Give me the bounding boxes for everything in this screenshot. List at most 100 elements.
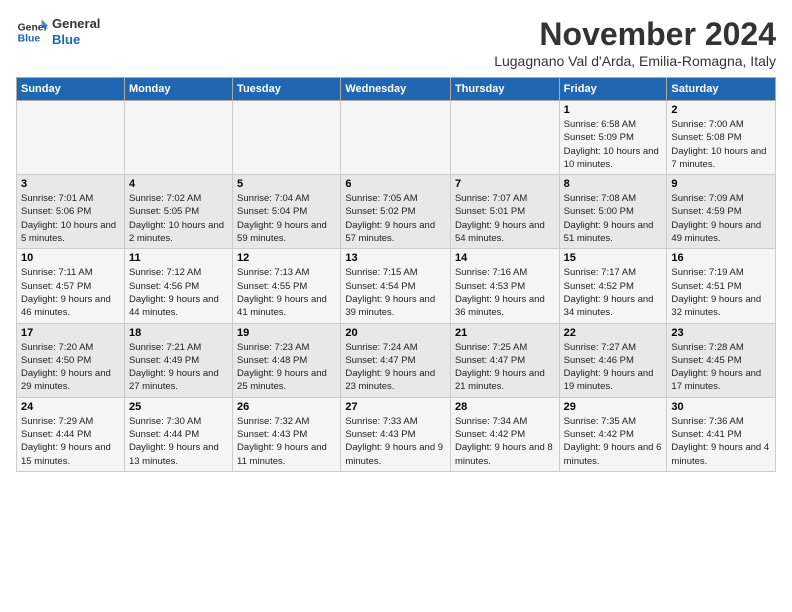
calendar-cell: 6 Sunrise: 7:05 AM Sunset: 5:02 PM Daylig… [341, 175, 451, 249]
day-number: 28 [455, 401, 555, 413]
day-info: Sunrise: 7:23 AM Sunset: 4:48 PM Dayligh… [237, 341, 336, 394]
day-info: Sunrise: 6:58 AM Sunset: 5:09 PM Dayligh… [564, 118, 663, 171]
day-number: 16 [671, 252, 771, 264]
calendar-week-5: 24Sunrise: 7:29 AM Sunset: 4:44 PM Dayli… [17, 397, 776, 471]
day-number: 2 [671, 104, 771, 116]
day-info: Sunrise: 7:19 AM Sunset: 4:51 PM Dayligh… [671, 266, 771, 319]
day-info: Sunrise: 7:24 AM Sunset: 4:47 PM Dayligh… [345, 341, 446, 394]
calendar-cell: 13 Sunrise: 7:15 AM Sunset: 4:54 PM Dayli… [341, 249, 451, 323]
location-subtitle: Lugagnano Val d'Arda, Emilia-Romagna, It… [494, 53, 776, 69]
day-info: Sunrise: 7:21 AM Sunset: 4:49 PM Dayligh… [129, 341, 228, 394]
calendar-cell: 3 Sunrise: 7:01 AM Sunset: 5:06 PM Daylig… [17, 175, 125, 249]
day-number: 12 [237, 252, 336, 264]
calendar-cell: 10Sunrise: 7:11 AM Sunset: 4:57 PM Dayli… [17, 249, 125, 323]
day-number: 7 [455, 178, 555, 190]
calendar-cell: 23 Sunrise: 7:28 AM Sunset: 4:45 PM Dayli… [667, 323, 776, 397]
calendar-cell: 5 Sunrise: 7:04 AM Sunset: 5:04 PM Daylig… [233, 175, 341, 249]
day-number: 23 [671, 327, 771, 339]
calendar-cell: 14 Sunrise: 7:16 AM Sunset: 4:53 PM Dayli… [450, 249, 559, 323]
calendar-cell: 20 Sunrise: 7:24 AM Sunset: 4:47 PM Dayli… [341, 323, 451, 397]
day-info: Sunrise: 7:11 AM Sunset: 4:57 PM Dayligh… [21, 266, 120, 319]
calendar-cell: 19Sunrise: 7:23 AM Sunset: 4:48 PM Dayli… [233, 323, 341, 397]
day-info: Sunrise: 7:25 AM Sunset: 4:47 PM Dayligh… [455, 341, 555, 394]
page-header: General Blue General Blue November 2024 … [16, 16, 776, 69]
logo: General Blue General Blue [16, 16, 100, 48]
calendar-cell: 18 Sunrise: 7:21 AM Sunset: 4:49 PM Dayli… [124, 323, 232, 397]
calendar-cell: 15Sunrise: 7:17 AM Sunset: 4:52 PM Dayli… [559, 249, 667, 323]
calendar-table: SundayMondayTuesdayWednesdayThursdayFrid… [16, 77, 776, 472]
month-title: November 2024 [494, 16, 776, 53]
calendar-cell: 1 Sunrise: 6:58 AM Sunset: 5:09 PM Daylig… [559, 101, 667, 175]
day-number: 21 [455, 327, 555, 339]
day-number: 25 [129, 401, 228, 413]
calendar-header-row: SundayMondayTuesdayWednesdayThursdayFrid… [17, 78, 776, 101]
day-number: 26 [237, 401, 336, 413]
calendar-cell [17, 101, 125, 175]
day-number: 4 [129, 178, 228, 190]
day-number: 3 [21, 178, 120, 190]
day-info: Sunrise: 7:12 AM Sunset: 4:56 PM Dayligh… [129, 266, 228, 319]
logo-blue: Blue [52, 32, 100, 48]
day-info: Sunrise: 7:34 AM Sunset: 4:42 PM Dayligh… [455, 415, 555, 468]
calendar-cell: 16 Sunrise: 7:19 AM Sunset: 4:51 PM Dayli… [667, 249, 776, 323]
calendar-week-2: 3 Sunrise: 7:01 AM Sunset: 5:06 PM Daylig… [17, 175, 776, 249]
day-number: 29 [564, 401, 663, 413]
day-info: Sunrise: 7:08 AM Sunset: 5:00 PM Dayligh… [564, 192, 663, 245]
day-info: Sunrise: 7:27 AM Sunset: 4:46 PM Dayligh… [564, 341, 663, 394]
day-info: Sunrise: 7:32 AM Sunset: 4:43 PM Dayligh… [237, 415, 336, 468]
day-info: Sunrise: 7:05 AM Sunset: 5:02 PM Dayligh… [345, 192, 446, 245]
column-header-thursday: Thursday [450, 78, 559, 101]
day-info: Sunrise: 7:28 AM Sunset: 4:45 PM Dayligh… [671, 341, 771, 394]
day-info: Sunrise: 7:15 AM Sunset: 4:54 PM Dayligh… [345, 266, 446, 319]
logo-icon: General Blue [16, 16, 48, 48]
calendar-cell: 12 Sunrise: 7:13 AM Sunset: 4:55 PM Dayli… [233, 249, 341, 323]
day-number: 11 [129, 252, 228, 264]
day-number: 22 [564, 327, 663, 339]
calendar-cell [341, 101, 451, 175]
calendar-week-4: 17Sunrise: 7:20 AM Sunset: 4:50 PM Dayli… [17, 323, 776, 397]
calendar-cell: 17Sunrise: 7:20 AM Sunset: 4:50 PM Dayli… [17, 323, 125, 397]
calendar-cell: 7 Sunrise: 7:07 AM Sunset: 5:01 PM Daylig… [450, 175, 559, 249]
day-number: 27 [345, 401, 446, 413]
calendar-cell: 27Sunrise: 7:33 AM Sunset: 4:43 PM Dayli… [341, 397, 451, 471]
column-header-saturday: Saturday [667, 78, 776, 101]
calendar-cell: 21 Sunrise: 7:25 AM Sunset: 4:47 PM Dayli… [450, 323, 559, 397]
day-info: Sunrise: 7:16 AM Sunset: 4:53 PM Dayligh… [455, 266, 555, 319]
day-number: 6 [345, 178, 446, 190]
calendar-cell: 8 Sunrise: 7:08 AM Sunset: 5:00 PM Daylig… [559, 175, 667, 249]
day-info: Sunrise: 7:36 AM Sunset: 4:41 PM Dayligh… [671, 415, 771, 468]
title-block: November 2024 Lugagnano Val d'Arda, Emil… [494, 16, 776, 69]
day-number: 15 [564, 252, 663, 264]
calendar-cell: 26 Sunrise: 7:32 AM Sunset: 4:43 PM Dayli… [233, 397, 341, 471]
day-info: Sunrise: 7:04 AM Sunset: 5:04 PM Dayligh… [237, 192, 336, 245]
day-number: 30 [671, 401, 771, 413]
day-number: 20 [345, 327, 446, 339]
calendar-cell: 28 Sunrise: 7:34 AM Sunset: 4:42 PM Dayli… [450, 397, 559, 471]
calendar-cell: 30 Sunrise: 7:36 AM Sunset: 4:41 PM Dayli… [667, 397, 776, 471]
day-info: Sunrise: 7:35 AM Sunset: 4:42 PM Dayligh… [564, 415, 663, 468]
calendar-cell [124, 101, 232, 175]
day-info: Sunrise: 7:30 AM Sunset: 4:44 PM Dayligh… [129, 415, 228, 468]
day-number: 9 [671, 178, 771, 190]
day-info: Sunrise: 7:01 AM Sunset: 5:06 PM Dayligh… [21, 192, 120, 245]
day-number: 1 [564, 104, 663, 116]
day-number: 5 [237, 178, 336, 190]
calendar-cell: 29 Sunrise: 7:35 AM Sunset: 4:42 PM Dayli… [559, 397, 667, 471]
day-info: Sunrise: 7:07 AM Sunset: 5:01 PM Dayligh… [455, 192, 555, 245]
logo-general: General [52, 16, 100, 32]
day-number: 14 [455, 252, 555, 264]
day-info: Sunrise: 7:13 AM Sunset: 4:55 PM Dayligh… [237, 266, 336, 319]
column-header-friday: Friday [559, 78, 667, 101]
day-number: 18 [129, 327, 228, 339]
calendar-cell: 11 Sunrise: 7:12 AM Sunset: 4:56 PM Dayli… [124, 249, 232, 323]
day-number: 8 [564, 178, 663, 190]
day-info: Sunrise: 7:29 AM Sunset: 4:44 PM Dayligh… [21, 415, 120, 468]
calendar-cell [233, 101, 341, 175]
day-info: Sunrise: 7:00 AM Sunset: 5:08 PM Dayligh… [671, 118, 771, 171]
column-header-wednesday: Wednesday [341, 78, 451, 101]
column-header-sunday: Sunday [17, 78, 125, 101]
day-number: 13 [345, 252, 446, 264]
calendar-cell [450, 101, 559, 175]
column-header-tuesday: Tuesday [233, 78, 341, 101]
calendar-cell: 24Sunrise: 7:29 AM Sunset: 4:44 PM Dayli… [17, 397, 125, 471]
